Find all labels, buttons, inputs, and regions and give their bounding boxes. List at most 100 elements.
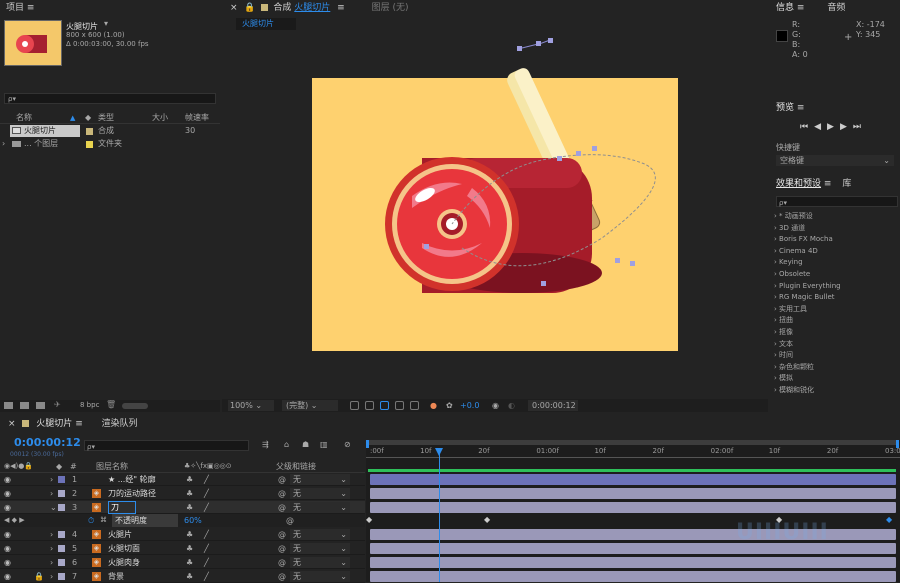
parent-pickwhip-icon[interactable]: @ — [278, 556, 286, 569]
link-icon[interactable]: @ — [286, 514, 294, 527]
parent-select[interactable]: 无 ⌄ — [290, 571, 350, 582]
transparency-grid-icon[interactable] — [365, 401, 374, 410]
quality-switch-icon[interactable]: ╱ — [204, 528, 209, 541]
graph-icon[interactable]: ⌘ — [100, 514, 107, 527]
visibility-icon[interactable]: ◉ — [4, 528, 11, 541]
mask-path-icon[interactable] — [380, 401, 389, 410]
color-management-icon[interactable]: ✿ — [446, 399, 453, 412]
opacity-value[interactable]: 60% — [184, 514, 202, 527]
visibility-icon[interactable]: ◉ — [4, 473, 11, 486]
panel-menu-icon[interactable]: ≡ — [797, 3, 805, 13]
work-area-bar[interactable] — [368, 440, 896, 445]
panel-menu-icon[interactable]: ≡ — [27, 3, 35, 13]
effect-category-item[interactable]: › * 动画预设 — [770, 211, 900, 222]
layer-name[interactable]: 火腿肉身 — [108, 556, 140, 569]
shy-switch-icon[interactable]: ♣ — [186, 570, 193, 583]
quality-switch-icon[interactable]: ╱ — [204, 473, 209, 486]
project-scroll[interactable] — [122, 403, 148, 409]
quality-switch-icon[interactable]: ╱ — [204, 501, 209, 514]
effect-category-item[interactable]: › Boris FX Mocha — [770, 234, 900, 245]
expand-arrow-icon[interactable]: ⌄ — [50, 501, 57, 514]
parent-pickwhip-icon[interactable]: @ — [278, 501, 286, 514]
lock-icon[interactable]: 🔒 — [34, 570, 44, 583]
shy-switch-icon[interactable]: ♣ — [186, 542, 193, 555]
effect-category-item[interactable]: › Keying — [770, 257, 900, 268]
parent-select[interactable]: 无 ⌄ — [290, 543, 350, 554]
draft-3d-icon[interactable]: ⌂ — [284, 440, 289, 449]
audio-tab[interactable]: 音频 — [827, 3, 845, 13]
parent-select[interactable]: 无 ⌄ — [290, 529, 350, 540]
col-parent[interactable]: 父级和链接 — [276, 460, 316, 473]
effect-category-item[interactable]: › Obsolete — [770, 269, 900, 280]
layer-bar[interactable] — [370, 474, 896, 485]
shy-switch-icon[interactable]: ♣ — [186, 501, 193, 514]
expand-arrow-icon[interactable]: › — [50, 542, 53, 555]
label-color-chip[interactable] — [58, 531, 65, 538]
expand-arrow-icon[interactable]: › — [2, 138, 5, 150]
first-frame-icon[interactable]: ⏮ — [800, 122, 814, 132]
effect-category-item[interactable]: › 模糊和锐化 — [770, 385, 900, 396]
comp-tab-name[interactable]: 火腿切片 — [294, 3, 330, 13]
label-color-chip[interactable] — [58, 476, 65, 483]
expand-arrow-icon[interactable]: › — [50, 556, 53, 569]
parent-pickwhip-icon[interactable]: @ — [278, 570, 286, 583]
shortcut-select[interactable]: 空格键 ⌄ — [776, 155, 894, 166]
parent-pickwhip-icon[interactable]: @ — [278, 473, 286, 486]
visibility-icon[interactable]: ◉ — [4, 501, 11, 514]
layer-bar[interactable] — [370, 571, 896, 582]
motion-blur-icon[interactable]: ⊘ — [344, 440, 351, 449]
label-color-chip[interactable] — [58, 545, 65, 552]
panel-menu-icon[interactable]: ≡ — [797, 103, 805, 113]
col-fps[interactable]: 帧速率 — [185, 112, 209, 124]
fast-preview-icon[interactable] — [350, 401, 359, 410]
last-frame-icon[interactable]: ⏭ — [853, 122, 867, 132]
close-icon[interactable]: × — [230, 3, 238, 13]
expand-arrow-icon[interactable]: › — [50, 473, 53, 486]
comp-flowchart-icon[interactable]: ⇶ — [262, 440, 269, 449]
playhead-handle-icon[interactable] — [435, 448, 443, 456]
comp-subtab[interactable]: 火腿切片 — [236, 18, 296, 30]
parent-select[interactable]: 无 ⌄ — [290, 502, 350, 513]
parent-select[interactable]: 无 ⌄ — [290, 488, 350, 499]
frame-blending-icon[interactable]: ▥ — [320, 440, 328, 449]
layer-name[interactable]: 背景 — [108, 570, 124, 583]
next-frame-icon[interactable]: ▶ — [840, 122, 853, 132]
timeline-timecode[interactable]: 0:00:00:12 — [14, 436, 81, 449]
visibility-icon[interactable]: ◉ — [4, 487, 11, 500]
keyframe-icon[interactable]: ◆ — [366, 515, 372, 524]
layer-name[interactable]: 火腿片 — [108, 528, 132, 541]
pin-icon[interactable]: ✈ — [54, 400, 61, 409]
stopwatch-icon[interactable]: ⏱ — [88, 514, 94, 527]
shy-switch-icon[interactable]: ♣ — [186, 556, 193, 569]
parent-pickwhip-icon[interactable]: @ — [278, 542, 286, 555]
effect-category-item[interactable]: › 模拟 — [770, 373, 900, 384]
layer-row[interactable]: ◉ › 1 ★ ...经" 轮廓 ♣ ╱ @ 无 ⌄ — [0, 473, 365, 486]
library-tab[interactable]: 库 — [842, 179, 851, 189]
layer-bar[interactable] — [370, 502, 896, 513]
expand-arrow-icon[interactable]: › — [50, 487, 53, 500]
effect-category-item[interactable]: › 时间 — [770, 350, 900, 361]
region-of-interest-icon[interactable] — [395, 401, 404, 410]
render-queue-tab[interactable]: 渲染队列 — [102, 419, 138, 429]
expand-arrow-icon[interactable]: › — [50, 528, 53, 541]
label-color-chip[interactable] — [58, 490, 65, 497]
shy-switch-icon[interactable]: ♣ — [186, 487, 193, 500]
layer-row[interactable]: ◉ ⌄ 3 ◈ 刀 ♣ ╱ @ 无 ⌄ — [0, 501, 365, 514]
layer-row[interactable]: ◉ › 5 ◈ 火腿切面 ♣ ╱ @ 无 ⌄ — [0, 542, 365, 555]
interpret-footage-icon[interactable] — [4, 402, 13, 409]
keyframe-nav-icon[interactable]: ◀ ◆ ▶ — [4, 514, 25, 527]
parent-pickwhip-icon[interactable]: @ — [278, 528, 286, 541]
effects-search-input[interactable]: ρ▾ — [776, 196, 898, 207]
visibility-icon[interactable]: ◉ — [4, 570, 11, 583]
keyframe-icon[interactable]: ◆ — [886, 515, 892, 524]
layer-row[interactable]: ◉ › 2 ◈ 刀的运动路径 ♣ ╱ @ 无 ⌄ — [0, 487, 365, 500]
comp-canvas[interactable] — [312, 38, 678, 351]
visibility-icon[interactable]: ◉ — [4, 542, 11, 555]
snapshot-icon[interactable]: ◉ — [492, 399, 499, 412]
effects-tab[interactable]: 效果和预设 — [776, 179, 821, 189]
shy-switch-icon[interactable]: ♣ — [186, 473, 193, 486]
layer-name[interactable]: 刀 — [108, 501, 136, 514]
timeline-tab[interactable]: 火腿切片 — [36, 419, 72, 429]
expand-arrow-icon[interactable]: › — [50, 570, 53, 583]
show-snapshot-icon[interactable]: ◐ — [508, 399, 515, 412]
